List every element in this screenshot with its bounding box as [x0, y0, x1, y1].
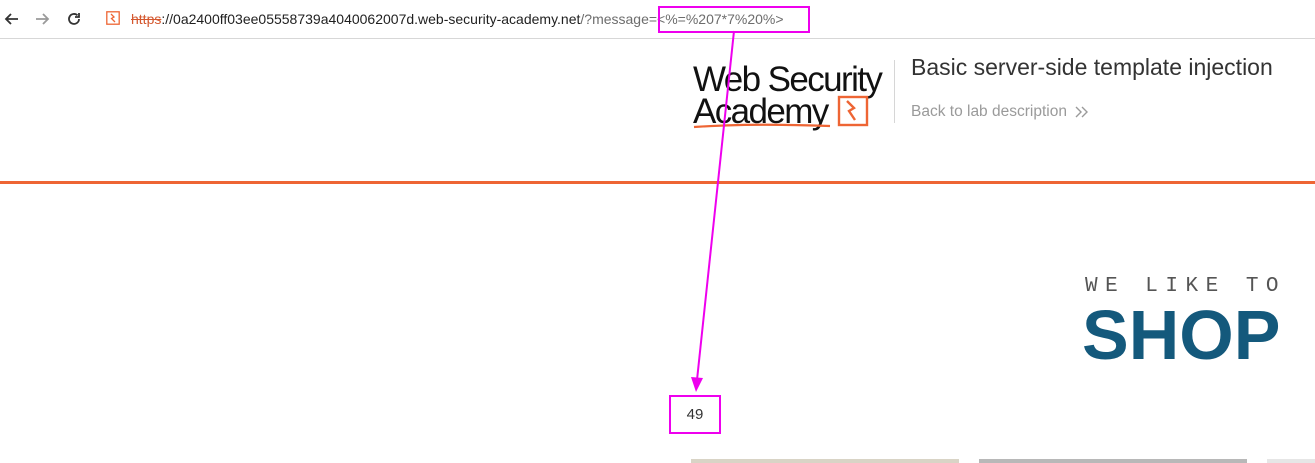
url-path: /?message: [580, 11, 649, 27]
rendered-message: 49: [669, 395, 721, 434]
back-arrow-icon[interactable]: [2, 9, 22, 29]
web-security-academy-logo[interactable]: Web Security Academy: [692, 59, 892, 131]
forward-arrow-icon[interactable]: [32, 9, 52, 29]
reload-icon[interactable]: [64, 9, 84, 29]
product-tile[interactable]: [691, 459, 959, 463]
header-divider: [894, 60, 895, 123]
url-query-highlight: [658, 6, 810, 33]
header-rule: [0, 181, 1315, 184]
double-chevron-right-icon: [1075, 106, 1088, 118]
back-link-label: Back to lab description: [911, 103, 1067, 120]
product-tile[interactable]: [1267, 459, 1315, 463]
logo-mark-icon: [837, 95, 869, 127]
url-scheme: https: [131, 11, 162, 27]
banner-tagline: WE LIKE TO: [1085, 275, 1287, 298]
url-host: ://0a2400ff03ee05558739a4040062007d.web-…: [161, 11, 581, 27]
back-to-lab-description-link[interactable]: Back to lab description: [911, 103, 1089, 121]
product-tile[interactable]: [979, 459, 1247, 463]
lab-title: Basic server-side template injection: [911, 54, 1273, 80]
banner-headline: SHOP: [1082, 296, 1281, 374]
site-lab-icon[interactable]: [106, 11, 120, 25]
